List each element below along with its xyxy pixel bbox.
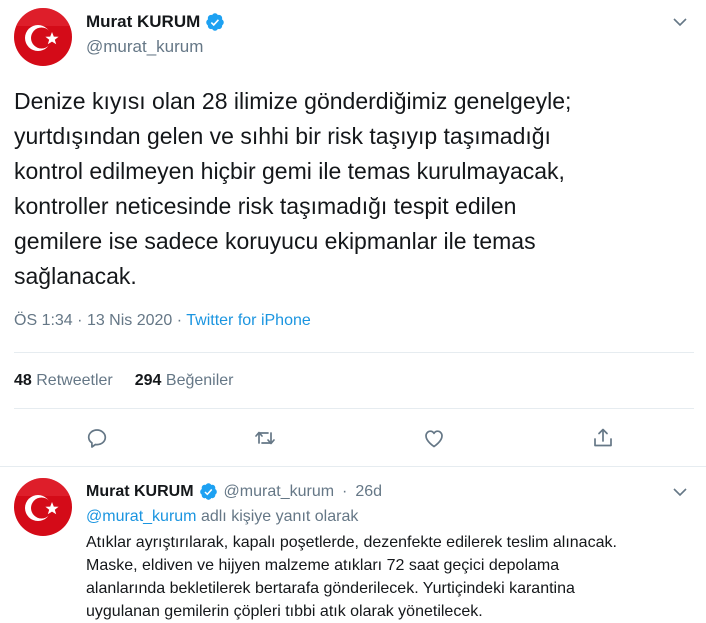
verified-badge-icon xyxy=(205,12,225,32)
tweet-age[interactable]: 26d xyxy=(355,483,382,501)
retweet-icon[interactable] xyxy=(252,425,278,451)
like-stat[interactable]: 294 Beğeniler xyxy=(135,372,234,390)
meta-dot: · xyxy=(176,312,183,329)
meta-dot: · xyxy=(342,482,348,500)
main-tweet: Murat KURUM @murat_kurum Denize kıyısı o… xyxy=(0,0,706,467)
tweet-source-link[interactable]: Twitter for iPhone xyxy=(186,312,311,329)
like-count: 294 xyxy=(134,372,162,389)
tweet-text: Denize kıyısı olan 28 ilimize gönderdiği… xyxy=(14,88,572,289)
divider xyxy=(14,352,694,353)
tweet-date[interactable]: 13 Nis 2020 xyxy=(87,312,172,329)
tweet-actions xyxy=(0,425,706,455)
reply-mention-link[interactable]: @murat_kurum xyxy=(86,508,197,525)
reply-text-line: alanlarında bekletilerek bertarafa gönde… xyxy=(86,580,575,597)
avatar[interactable] xyxy=(14,8,72,66)
chevron-down-icon[interactable] xyxy=(672,14,688,35)
like-label: Beğeniler xyxy=(165,372,234,389)
avatar[interactable] xyxy=(14,478,72,536)
divider xyxy=(14,408,694,409)
share-icon[interactable] xyxy=(590,425,616,451)
turkish-flag-icon xyxy=(14,8,72,66)
retweet-count: 48 xyxy=(14,372,32,389)
reply-text-line: Atıklar ayrıştırılarak, kapalı poşetlerd… xyxy=(86,534,617,551)
reply-suffix: adlı kişiye yanıt olarak xyxy=(200,508,359,525)
display-name[interactable]: Murat KURUM xyxy=(86,12,200,32)
tweet-stats: 48 Retweetler 294 Beğeniler xyxy=(14,372,234,390)
verified-badge-icon xyxy=(199,482,218,501)
tweet-time[interactable]: ÖS 1:34 xyxy=(14,312,73,329)
tweet-separator xyxy=(0,466,706,467)
like-icon[interactable] xyxy=(421,425,447,451)
retweet-stat[interactable]: 48 Retweetler xyxy=(14,372,113,390)
display-name[interactable]: Murat KURUM xyxy=(86,483,194,501)
reply-icon[interactable] xyxy=(84,425,110,451)
handle[interactable]: @murat_kurum xyxy=(224,483,335,501)
tweet-meta: ÖS 1:34 · 13 Nis 2020 · Twitter for iPho… xyxy=(14,312,311,330)
meta-dot: · xyxy=(77,312,83,329)
chevron-down-icon[interactable] xyxy=(672,484,688,505)
replying-to: @murat_kurum adlı kişiye yanıt olarak xyxy=(86,508,358,526)
reply-text-line: uygulanan gemilerin çöpleri tıbbi atık o… xyxy=(86,603,483,620)
turkish-flag-icon xyxy=(14,478,72,536)
handle[interactable]: @murat_kurum xyxy=(86,37,203,57)
retweet-label: Retweetler xyxy=(36,372,113,389)
reply-text-line: Maske, eldiven ve hijyen malzeme atıklar… xyxy=(86,557,560,574)
